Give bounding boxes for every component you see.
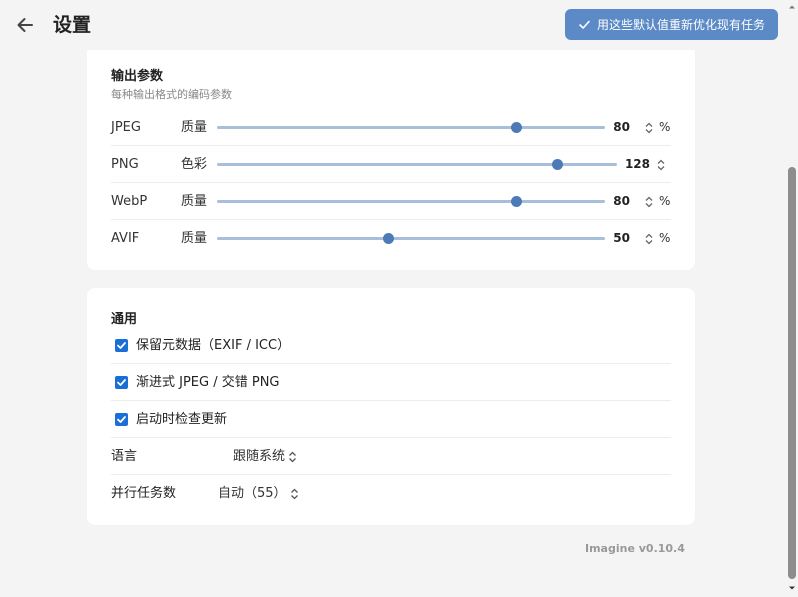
format-name: PNG	[111, 157, 139, 172]
slider-thumb[interactable]	[552, 159, 563, 170]
scroll-down-icon[interactable]	[788, 584, 796, 592]
header: 设置 用这些默认值重新优化现有任务	[0, 0, 786, 50]
output-section-subtitle: 每种输出格式的编码参数	[111, 88, 232, 101]
concurrency-label: 并行任务数	[111, 486, 177, 501]
checkbox-label: 渐进式 JPEG / 交错 PNG	[136, 375, 280, 390]
check-icon	[579, 20, 590, 29]
format-value[interactable]: 128	[620, 146, 650, 183]
scroll-thumb[interactable]	[788, 167, 796, 579]
format-name: JPEG	[111, 120, 141, 135]
app-version: Imagine v0.10.4	[585, 542, 685, 555]
format-unit: %	[659, 231, 671, 245]
language-label: 语言	[111, 449, 138, 464]
format-row-avif: AVIF 质量 50 %	[111, 220, 671, 257]
format-param: 质量	[181, 194, 208, 209]
scroll-up-icon[interactable]	[788, 3, 796, 11]
vertical-scrollbar[interactable]	[786, 0, 798, 597]
format-param: 色彩	[181, 157, 208, 172]
language-select[interactable]: 跟随系统	[233, 438, 297, 475]
preserve-metadata-checkbox[interactable]	[115, 339, 128, 352]
format-unit: %	[659, 194, 671, 208]
spinner-arrows-icon[interactable]	[644, 196, 654, 208]
spinner-arrows-icon[interactable]	[644, 122, 654, 134]
format-param: 质量	[181, 120, 208, 135]
slider-thumb[interactable]	[510, 122, 522, 133]
language-value: 跟随系统	[233, 449, 286, 464]
format-value[interactable]: 50	[600, 220, 630, 257]
apply-defaults-button[interactable]: 用这些默认值重新优化现有任务	[565, 9, 778, 40]
jpeg-quality-slider[interactable]	[217, 122, 605, 133]
checkbox-label: 启动时检查更新	[136, 412, 228, 427]
checkbox-label: 保留元数据（EXIF / ICC）	[136, 338, 291, 353]
language-row: 语言 跟随系统	[111, 438, 671, 475]
output-section-title: 输出参数	[111, 69, 164, 84]
webp-quality-slider[interactable]	[217, 196, 605, 207]
progressive-option[interactable]: 渐进式 JPEG / 交错 PNG	[111, 364, 671, 401]
chevron-up-down-icon	[289, 451, 296, 462]
page-title: 设置	[53, 14, 92, 36]
format-value[interactable]: 80	[600, 183, 630, 220]
format-value[interactable]: 80	[600, 109, 630, 146]
check-updates-option[interactable]: 启动时检查更新	[111, 401, 671, 438]
spinner-arrows-icon[interactable]	[644, 233, 654, 245]
format-row-jpeg: JPEG 质量 80 %	[111, 109, 671, 146]
format-name: WebP	[111, 194, 148, 209]
apply-defaults-label: 用这些默认值重新优化现有任务	[596, 18, 765, 32]
slider-thumb[interactable]	[510, 196, 522, 207]
checkmark-icon	[117, 342, 126, 349]
preserve-metadata-option[interactable]: 保留元数据（EXIF / ICC）	[111, 327, 671, 364]
format-row-webp: WebP 质量 80 %	[111, 183, 671, 220]
back-button[interactable]	[12, 12, 38, 38]
format-unit: %	[659, 120, 671, 134]
general-settings-card: 通用 保留元数据（EXIF / ICC） 渐进式 JPEG / 交错 PNG 启…	[87, 288, 695, 525]
check-updates-checkbox[interactable]	[115, 413, 128, 426]
png-colors-slider[interactable]	[217, 159, 617, 170]
chevron-up-down-icon	[290, 488, 298, 499]
format-name: AVIF	[111, 231, 140, 246]
format-row-png: PNG 色彩 128	[111, 146, 671, 183]
avif-quality-slider[interactable]	[217, 233, 605, 244]
format-param: 质量	[181, 231, 208, 246]
concurrency-select[interactable]: 自动（55）	[218, 475, 299, 512]
arrow-left-icon	[17, 18, 33, 32]
concurrency-row: 并行任务数 自动（55）	[111, 475, 671, 512]
checkmark-icon	[117, 416, 126, 423]
slider-thumb[interactable]	[382, 233, 394, 244]
spinner-arrows-icon[interactable]	[656, 159, 666, 171]
general-section-title: 通用	[111, 312, 138, 327]
checkmark-icon	[117, 379, 126, 386]
progressive-checkbox[interactable]	[115, 376, 128, 389]
output-settings-card: 输出参数 每种输出格式的编码参数 JPEG 质量 80 % PNG 色彩 128…	[87, 38, 695, 270]
concurrency-value: 自动（55）	[218, 486, 287, 501]
